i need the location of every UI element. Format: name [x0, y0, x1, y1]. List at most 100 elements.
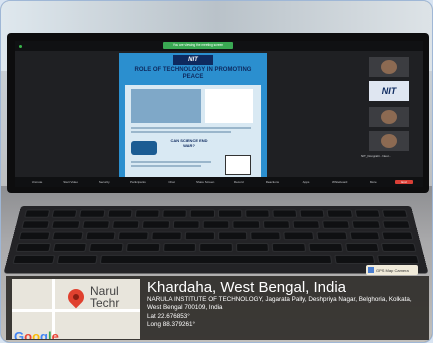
key: [354, 209, 381, 218]
keyboard-sticker-text: GPS Map Camera: [376, 267, 409, 273]
map-label-line: Techr: [90, 296, 120, 310]
google-logo-letter: o: [24, 329, 33, 339]
unmute-button[interactable]: Unmute: [25, 180, 49, 184]
slide-title: ROLE OF TECHNOLOGY IN PROMOTING PEACE: [134, 67, 252, 80]
key: [232, 220, 260, 229]
key: [172, 220, 200, 229]
key: [333, 254, 376, 265]
geotag-text: Khardaha, West Bengal, India NARULA INST…: [147, 279, 425, 330]
key: [51, 220, 81, 229]
slide-logo: NIT: [173, 55, 213, 65]
map-road: [12, 309, 140, 312]
map-place-label: Narul Techr: [90, 285, 119, 309]
participant-avatar: [381, 134, 397, 148]
participant-avatar: [381, 110, 397, 124]
key: [12, 254, 55, 265]
slide-image: [205, 89, 253, 123]
participant-tile[interactable]: [369, 57, 409, 77]
key: [326, 209, 353, 218]
meeting-controlbar: Unmute Start Video Security Participants…: [15, 177, 423, 187]
key: [184, 231, 215, 241]
key: [217, 209, 243, 218]
key: [381, 209, 408, 218]
more-button[interactable]: More: [361, 180, 385, 184]
google-logo-letter: G: [14, 329, 25, 339]
key: [272, 243, 307, 252]
camera-icon: [368, 267, 374, 273]
key: [283, 231, 315, 241]
key: [151, 231, 182, 241]
participant-name: NIT_Dongrahi - Neur...: [361, 154, 392, 158]
key: [377, 254, 420, 265]
map-pin-core: [71, 292, 81, 302]
key: [344, 243, 380, 252]
key: [24, 209, 51, 218]
key-row: [21, 220, 411, 229]
slide-text-line: [131, 165, 201, 167]
key: [21, 220, 51, 229]
security-button[interactable]: Security: [92, 180, 116, 184]
key: [111, 220, 140, 229]
google-logo-letter: o: [32, 329, 41, 339]
participant-tile[interactable]: [369, 131, 409, 151]
key: [199, 243, 233, 252]
key: [322, 220, 351, 229]
start-video-button[interactable]: Start Video: [59, 180, 83, 184]
map-pin-icon: [64, 285, 88, 309]
google-logo: Google: [14, 329, 59, 339]
key: [217, 231, 248, 241]
key: [81, 220, 110, 229]
key: [162, 209, 188, 218]
chat-button[interactable]: Chat: [160, 180, 184, 184]
laptop-keyboard: [3, 206, 429, 274]
record-button[interactable]: Record: [227, 180, 251, 184]
participants-button[interactable]: Participants: [126, 180, 150, 184]
end-button[interactable]: End: [394, 180, 413, 184]
key: [348, 231, 381, 241]
key: [272, 209, 298, 218]
geotag-longitude: Long 88.379261°: [147, 321, 196, 329]
participant-tile-logo[interactable]: NIT: [369, 81, 409, 101]
key: [51, 209, 78, 218]
key: [88, 243, 124, 252]
geotag-overlay: Narul Techr Google Khardaha, West Bengal…: [6, 276, 429, 340]
spacebar: [99, 254, 333, 265]
key: [292, 220, 321, 229]
laptop-screen: You are viewing the meeting screen NIT R…: [15, 41, 423, 187]
slide-image: [131, 89, 201, 123]
key: [316, 231, 348, 241]
key: [162, 243, 197, 252]
key: [117, 231, 149, 241]
whiteboard-button[interactable]: Whiteboard: [328, 180, 352, 184]
slide-graphic: [131, 141, 157, 155]
key: [299, 209, 326, 218]
geotag-latitude: Lat 22.676853°: [147, 312, 190, 320]
apps-button[interactable]: Apps: [294, 180, 318, 184]
key: [244, 209, 270, 218]
slide-qr-stamp: [225, 155, 251, 175]
key: [262, 220, 290, 229]
key: [202, 220, 230, 229]
security-shield-icon: [19, 44, 22, 48]
participant-avatar: [381, 60, 397, 74]
geotag-address: NARULA INSTITUTE OF TECHNOLOGY, Jagarata…: [147, 296, 412, 312]
key-row: [24, 209, 408, 218]
key-row: [15, 243, 417, 252]
keyboard-sticker: GPS Map Camera: [366, 265, 418, 275]
key: [56, 254, 98, 265]
participant-tile[interactable]: [369, 107, 409, 127]
reactions-button[interactable]: Reactions: [260, 180, 284, 184]
geotag-place: Khardaha, West Bengal, India: [147, 279, 347, 296]
key: [15, 243, 51, 252]
slide-text-line: [131, 127, 251, 129]
key: [381, 231, 414, 241]
key: [235, 243, 270, 252]
key: [351, 220, 381, 229]
slide-text-line: [131, 161, 211, 163]
key: [52, 243, 88, 252]
share-screen-button[interactable]: Share Screen: [193, 180, 217, 184]
participant-gallery: NIT NIT_Dongrahi - Neur...: [361, 57, 419, 177]
key: [142, 220, 170, 229]
photo-frame: GPS Map Camera You are viewing the meeti…: [0, 0, 433, 343]
key: [381, 243, 417, 252]
